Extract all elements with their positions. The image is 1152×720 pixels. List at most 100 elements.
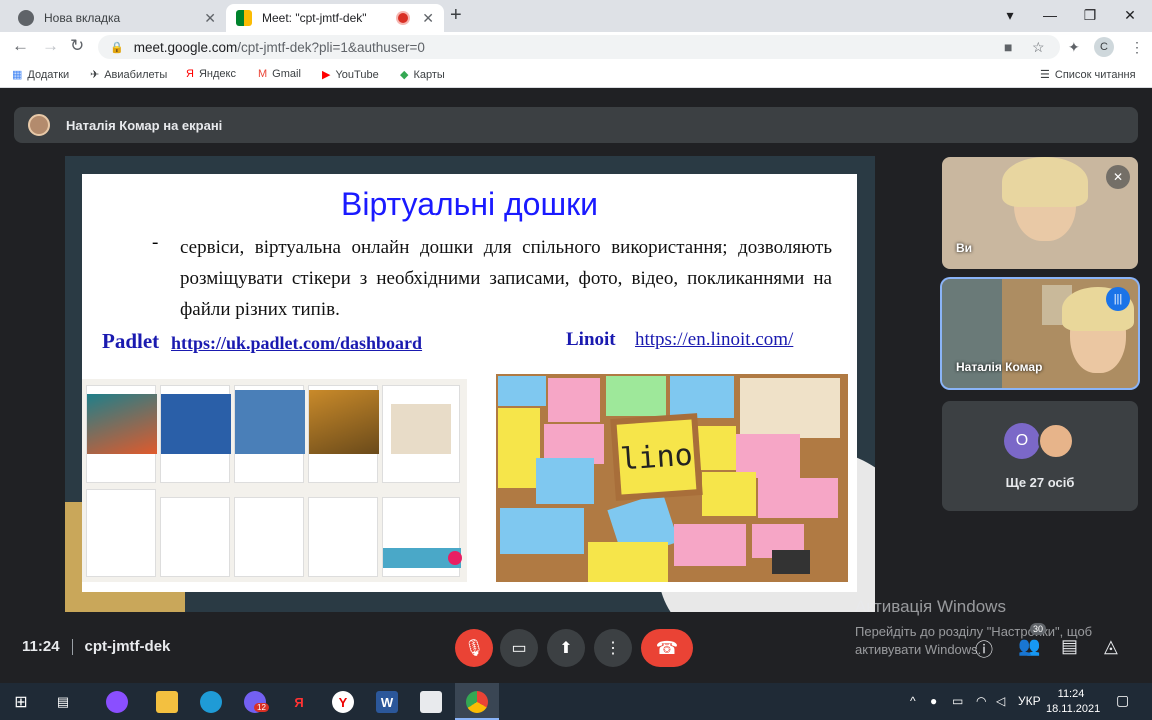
padlet-card <box>86 385 157 483</box>
sticky-note <box>702 472 756 516</box>
viber-badge: 12 <box>254 703 269 712</box>
url-path: /cpt-jmtf-dek?pli=1&authuser=0 <box>237 39 425 55</box>
bookmark-star-icon[interactable]: ☆ <box>1032 39 1045 56</box>
battery-icon[interactable]: ▭ <box>952 694 963 708</box>
new-tab-button[interactable]: + <box>450 4 462 27</box>
tab-search-icon[interactable]: ▾ <box>990 0 1030 30</box>
bookmark-label: YouTube <box>335 68 379 81</box>
chat-icon[interactable]: ▤ <box>1061 636 1078 657</box>
padlet-link[interactable]: https://uk.padlet.com/dashboard <box>171 333 422 354</box>
sticky-note <box>606 376 666 416</box>
present-button[interactable]: ⬆ <box>547 629 585 667</box>
reading-list[interactable]: ☰ Список читання <box>1040 68 1136 82</box>
speaking-indicator-icon: ||| <box>1106 287 1130 311</box>
end-call-button[interactable]: ☎ <box>641 629 693 667</box>
participant-tile-self[interactable]: ✕ Ви <box>942 157 1138 269</box>
restore-button[interactable]: ❐ <box>1070 0 1110 30</box>
meet-icon <box>236 10 252 26</box>
bookmark-maps[interactable]: ◆ Карты <box>400 68 445 82</box>
back-button[interactable]: ← <box>12 36 29 56</box>
address-bar[interactable]: 🔒 meet.google.com /cpt-jmtf-dek?pli=1&au… <box>98 35 1060 59</box>
volume-icon[interactable]: ◁ <box>996 694 1005 708</box>
word-icon[interactable]: W <box>376 691 398 713</box>
participant-name: Наталія Комар <box>956 360 1043 374</box>
clock-date: 18.11.2021 <box>1046 703 1101 715</box>
windows-activation-watermark: Активація Windows Перейдіть до розділу "… <box>855 597 1092 659</box>
sticky-note <box>498 376 546 406</box>
taskbar-clock[interactable]: 11:24 18.11.2021 <box>1046 687 1101 717</box>
youtube-icon: ▶ <box>322 69 331 81</box>
linoit-link[interactable]: https://en.linoit.com/ <box>635 329 793 351</box>
microphone-tray-icon[interactable]: ● <box>930 694 937 708</box>
forward-button[interactable]: → <box>42 36 59 56</box>
meeting-details: 11:24 cpt-jmtf-dek <box>22 638 170 655</box>
mic-off-icon: ✕ <box>1106 165 1130 189</box>
yandex-browser-icon[interactable]: Я <box>288 691 310 713</box>
camera-icon: ▭ <box>511 640 527 657</box>
show-hidden-icons[interactable]: ^ <box>910 694 916 708</box>
minimize-button[interactable]: — <box>1030 0 1070 30</box>
windows-taskbar: ⊞ ▤ 12 Я Y W ^ ● ▭ ◠ ◁ УКР 11:24 18.11.2… <box>0 683 1152 720</box>
camera-toggle-button[interactable]: ▭ <box>500 629 538 667</box>
url-host: meet.google.com <box>133 39 238 55</box>
chrome-taskbar-icon[interactable] <box>466 691 488 713</box>
bookmark-apps[interactable]: ▦ Додатки <box>12 68 70 82</box>
alice-assistant-icon[interactable] <box>106 691 128 713</box>
participant-hair <box>1002 157 1088 207</box>
sticky-note <box>548 378 600 422</box>
present-screen-icon: ⬆ <box>559 640 573 657</box>
bookmark-label: Gmail <box>272 68 301 80</box>
lock-icon[interactable]: 🔒 <box>110 41 124 54</box>
meeting-code: cpt-jmtf-dek <box>84 638 171 655</box>
bookmark-aviabilety[interactable]: ✈ Авиабилеты <box>90 68 168 82</box>
participant-avatar-initial: О <box>1004 423 1040 459</box>
padlet-card <box>234 385 305 483</box>
tab-title: Нова вкладка <box>44 11 121 25</box>
bookmark-yandex[interactable]: Я Яндекс <box>186 68 236 80</box>
close-tab-icon[interactable]: ✕ <box>204 10 216 27</box>
bookmark-label: Додатки <box>27 68 70 81</box>
participant-name: Ви <box>956 241 973 255</box>
network-icon[interactable]: ◠ <box>976 694 986 708</box>
more-options-button[interactable]: ⋮ <box>594 629 632 667</box>
maps-icon: ◆ <box>400 69 409 81</box>
file-explorer-icon[interactable] <box>156 691 178 713</box>
bookmark-gmail[interactable]: M Gmail <box>258 68 301 80</box>
reload-button[interactable]: ↻ <box>70 36 84 56</box>
profile-avatar[interactable]: C <box>1094 37 1114 57</box>
participant-tile-presenter[interactable]: ||| Наталія Комар <box>942 279 1138 388</box>
camera-in-use-icon[interactable]: ■ <box>1004 39 1012 55</box>
notifications-icon[interactable]: ▢ <box>1116 692 1129 709</box>
slide-body: сервіси, віртуальна онлайн дошки для спі… <box>152 232 832 325</box>
sticky-note <box>536 458 594 504</box>
language-indicator[interactable]: УКР <box>1018 694 1041 708</box>
mic-toggle-button[interactable]: 🎙 <box>455 629 493 667</box>
activation-title: Активація Windows <box>855 597 1006 616</box>
extensions-icon[interactable]: ✦ <box>1068 39 1080 56</box>
meeting-info-icon[interactable]: ⓘ <box>975 636 993 662</box>
bookmark-label: Авиабилеты <box>104 68 168 81</box>
edge-icon[interactable] <box>200 691 222 713</box>
people-icon[interactable]: 👥 <box>1018 636 1040 657</box>
padlet-card <box>160 497 230 577</box>
close-tab-icon[interactable]: ✕ <box>422 10 434 27</box>
bookmark-youtube[interactable]: ▶ YouTube <box>322 68 379 82</box>
lino-logo: lino <box>616 419 697 495</box>
activation-line2: активувати Windows. <box>855 642 982 657</box>
more-participants-tile[interactable]: О Ще 27 осіб <box>942 401 1138 511</box>
slide: Віртуальні дошки - сервіси, віртуальна о… <box>82 174 857 592</box>
menu-kebab-icon[interactable]: ⋮ <box>1130 39 1144 56</box>
yandex-icon[interactable]: Y <box>332 691 354 713</box>
document-icon[interactable] <box>420 691 442 713</box>
tab-new-tab[interactable]: Нова вкладка ✕ <box>8 4 226 32</box>
close-window-button[interactable]: ✕ <box>1110 0 1150 30</box>
recording-icon <box>398 13 409 23</box>
plane-icon: ✈ <box>90 69 100 81</box>
windows-start-icon[interactable]: ⊞ <box>10 691 32 713</box>
linoit-screenshot: lino <box>496 374 848 582</box>
activities-icon[interactable]: ◬ <box>1104 636 1118 657</box>
tab-meet[interactable]: Meet: "cpt-jmtf-dek" ✕ <box>226 4 444 32</box>
task-view-icon[interactable]: ▤ <box>52 691 74 713</box>
hang-up-icon: ☎ <box>655 637 679 658</box>
browser-toolbar: ← → ↻ 🔒 meet.google.com /cpt-jmtf-dek?pl… <box>0 32 1152 62</box>
